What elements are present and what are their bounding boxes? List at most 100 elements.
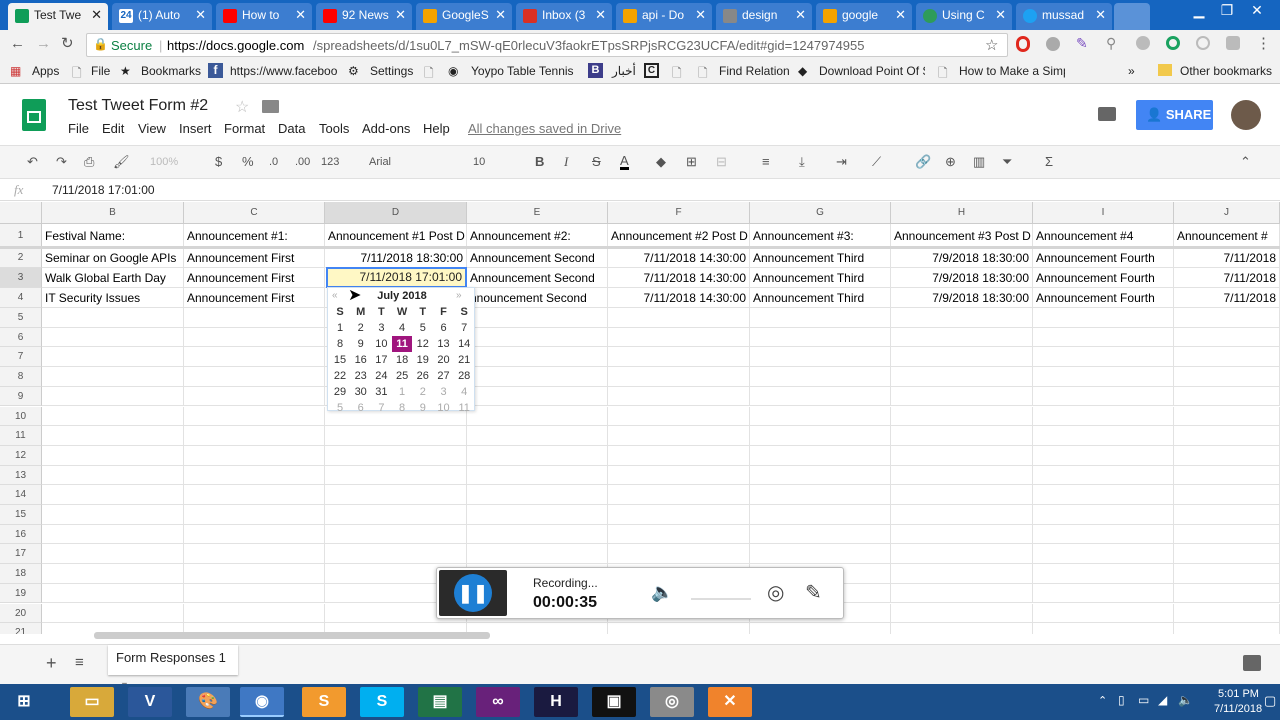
empty-cell[interactable] (42, 406, 184, 427)
close-tab-icon[interactable]: ✕ (91, 7, 102, 23)
empty-cell[interactable] (42, 524, 184, 545)
calendar-day[interactable]: 4 (454, 384, 474, 400)
row-header-9[interactable]: 9 (0, 386, 42, 407)
calendar-day[interactable]: 2 (351, 320, 371, 336)
font-select[interactable]: Arial (369, 156, 391, 168)
calendar-day[interactable]: 11 (392, 336, 413, 352)
empty-cell[interactable] (1174, 445, 1280, 466)
empty-cell[interactable] (184, 426, 325, 446)
empty-cell[interactable] (1033, 524, 1174, 545)
empty-cell[interactable] (184, 524, 325, 545)
calendar-day[interactable]: 15 (330, 352, 350, 368)
calendar-day[interactable]: 8 (392, 400, 412, 416)
empty-cell[interactable] (608, 347, 750, 368)
paint-format-icon[interactable]: 🖌 (113, 154, 130, 170)
row-header-20[interactable]: 20 (0, 603, 42, 624)
calendar-day[interactable]: 10 (371, 336, 391, 352)
empty-cell[interactable] (42, 347, 184, 368)
menu-view[interactable]: View (138, 121, 166, 136)
empty-cell[interactable] (750, 347, 891, 368)
header-cell[interactable]: Announcement #1: (184, 224, 325, 248)
folder-icon[interactable] (262, 100, 279, 113)
empty-cell[interactable] (608, 524, 750, 545)
pen-extension-icon[interactable]: ✎ (1076, 35, 1088, 52)
empty-cell[interactable] (467, 426, 608, 446)
empty-cell[interactable] (891, 505, 1033, 525)
insert-link-icon[interactable]: 🔗 (915, 154, 931, 170)
empty-cell[interactable] (608, 327, 750, 348)
sheets-logo-icon[interactable] (22, 99, 46, 131)
extension-icon[interactable] (1226, 36, 1240, 50)
empty-cell[interactable] (1174, 583, 1280, 604)
webcam-icon[interactable]: ◎ (767, 580, 784, 605)
empty-cell[interactable] (891, 544, 1033, 565)
calendar-day[interactable]: 12 (413, 336, 433, 352)
data-cell[interactable]: 7/11/2018 (1174, 248, 1280, 268)
empty-cell[interactable] (608, 308, 750, 328)
menu-file[interactable]: File (68, 121, 89, 136)
calendar-day[interactable]: 1 (330, 320, 350, 336)
visio-icon[interactable]: V (128, 687, 172, 717)
column-header-e[interactable]: E (467, 202, 608, 224)
row-header-21[interactable]: 21 (0, 623, 42, 634)
data-cell[interactable]: 7/9/2018 18:30:00 (891, 248, 1033, 268)
page-icon[interactable]: 🗋 (672, 64, 682, 85)
empty-cell[interactable] (42, 308, 184, 328)
calendar-day[interactable]: 29 (330, 384, 350, 400)
tab-google[interactable]: google ✕ (816, 3, 912, 30)
new-tab-button[interactable] (1114, 3, 1150, 30)
column-header-h[interactable]: H (891, 202, 1033, 224)
row-header-5[interactable]: 5 (0, 308, 42, 328)
empty-cell[interactable] (1033, 564, 1174, 584)
empty-cell[interactable] (750, 465, 891, 486)
empty-cell[interactable] (891, 386, 1033, 407)
empty-cell[interactable] (1033, 603, 1174, 624)
empty-cell[interactable] (1033, 386, 1174, 407)
frozen-row-divider[interactable] (0, 246, 1280, 249)
empty-cell[interactable] (1033, 426, 1174, 446)
back-icon[interactable]: ← (10, 35, 25, 52)
empty-cell[interactable] (608, 445, 750, 466)
data-cell[interactable]: IT Security Issues (42, 288, 184, 308)
extension-icon[interactable] (1136, 36, 1150, 50)
windows-start-icon[interactable]: ⊞ (2, 687, 46, 717)
close-tab-icon[interactable]: ✕ (395, 7, 406, 23)
empty-cell[interactable] (891, 524, 1033, 545)
row-header-16[interactable]: 16 (0, 524, 42, 545)
volume-slider[interactable] (691, 598, 751, 600)
empty-cell[interactable] (467, 386, 608, 407)
cmd-icon[interactable]: ▣ (592, 687, 636, 717)
data-cell[interactable]: Announcement Second (467, 268, 608, 288)
h-app-icon[interactable]: H (534, 687, 578, 717)
empty-cell[interactable] (750, 524, 891, 545)
data-cell[interactable]: 7/9/2018 18:30:00 (891, 268, 1033, 288)
currency-button[interactable]: $ (215, 154, 222, 169)
calendar-day[interactable]: 25 (392, 368, 412, 384)
calendar-day[interactable]: 6 (351, 400, 371, 416)
sublime-icon[interactable]: S (302, 687, 346, 717)
data-cell[interactable]: 7/11/2018 14:30:00 (608, 288, 750, 308)
empty-cell[interactable] (891, 308, 1033, 328)
insert-comment-icon[interactable]: ⊕ (945, 154, 956, 170)
empty-cell[interactable] (750, 544, 891, 565)
empty-cell[interactable] (184, 603, 325, 624)
data-cell[interactable]: 7/11/2018 18:30:00 (325, 248, 467, 268)
calendar-day[interactable]: 30 (351, 384, 371, 400)
tray-battery-icon[interactable]: ▭ (1138, 693, 1149, 707)
empty-cell[interactable] (1174, 327, 1280, 348)
empty-cell[interactable] (325, 505, 467, 525)
empty-cell[interactable] (750, 308, 891, 328)
pause-button[interactable]: ❚❚ (454, 574, 492, 612)
calendar-day[interactable]: 20 (434, 352, 454, 368)
empty-cell[interactable] (750, 445, 891, 466)
empty-cell[interactable] (184, 386, 325, 407)
empty-cell[interactable] (1174, 347, 1280, 368)
omnibox[interactable]: 🔒 Secure | https://docs.google.com /spre… (86, 33, 1008, 57)
empty-cell[interactable] (42, 426, 184, 446)
empty-cell[interactable] (42, 445, 184, 466)
bookmark-download-point[interactable]: Download Point Of S (819, 64, 925, 78)
strikethrough-button[interactable]: S (592, 154, 601, 169)
column-header-d[interactable]: D (325, 202, 467, 224)
empty-cell[interactable] (42, 485, 184, 505)
tab-92-news[interactable]: 92 News ✕ (316, 3, 412, 30)
